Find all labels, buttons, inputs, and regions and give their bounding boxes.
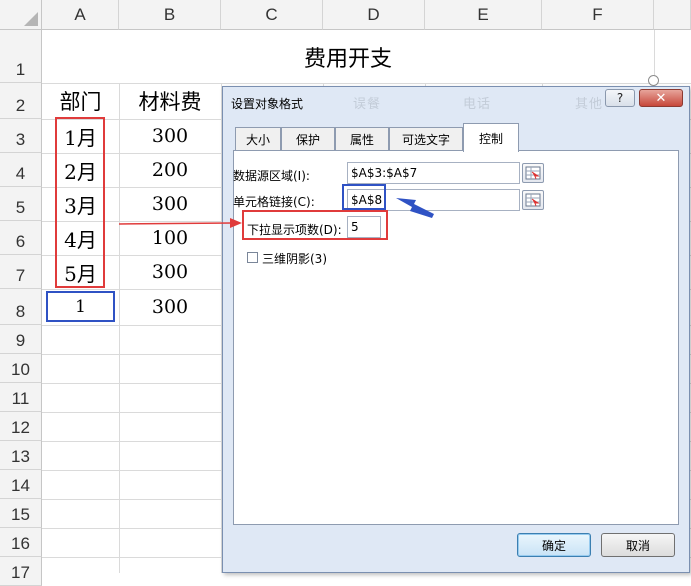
tab-control[interactable]: 控制 (463, 123, 519, 152)
arrow-icon (396, 198, 434, 218)
arrow-icon (118, 222, 233, 225)
annotation-arrows (118, 198, 434, 228)
arrow-icon (230, 218, 242, 228)
